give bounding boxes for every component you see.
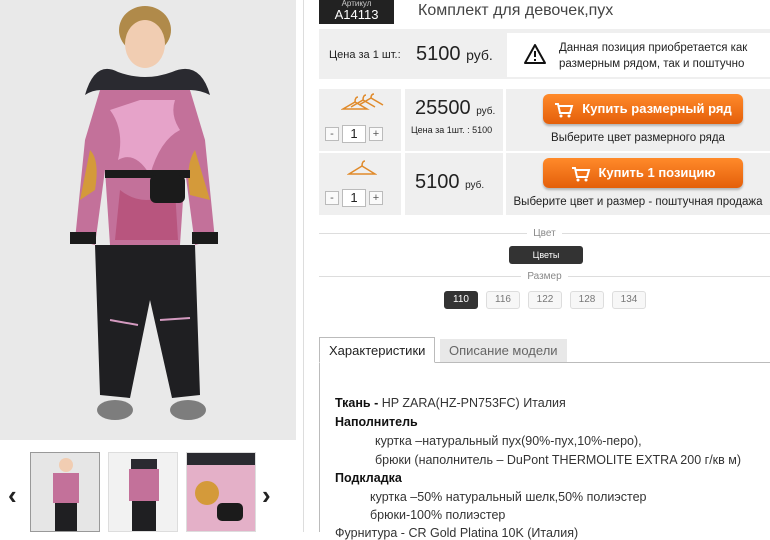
buy-single-button[interactable]: Купить 1 позицию — [543, 158, 743, 188]
spec-lining-label: Подкладка — [335, 471, 402, 485]
thumbnail-1[interactable] — [30, 452, 100, 532]
set-hint: Выберите цвет размерного ряда — [551, 132, 725, 144]
price-row: Цена за 1 шт.: 5100 руб. Данная позиция … — [319, 29, 770, 79]
set-quantity-stepper: - 1 + — [325, 125, 383, 143]
single-qty-minus-button[interactable]: - — [325, 191, 339, 205]
buy-set-row: - 1 + 25500 руб. Цена за 1шт. : 5100 Куп… — [319, 89, 770, 151]
single-price-currency: руб. — [465, 180, 485, 191]
thumbnail-image — [31, 453, 99, 531]
thumbnail-image — [187, 453, 255, 531]
price-amount: 5100 — [416, 43, 461, 65]
cart-icon — [571, 166, 590, 182]
size-option[interactable]: 134 — [612, 291, 646, 309]
set-qty-input[interactable]: 1 — [342, 125, 366, 143]
single-buy-cell: Купить 1 позицию Выберите цвет и размер … — [506, 153, 770, 215]
single-price-amount: 5100 — [415, 171, 460, 193]
single-qty-input[interactable]: 1 — [342, 189, 366, 207]
set-price-cell: 25500 руб. Цена за 1шт. : 5100 — [405, 89, 503, 151]
set-qty-cell: - 1 + — [319, 89, 401, 151]
spec-filler-label: Наполнитель — [335, 415, 418, 429]
size-option[interactable]: 122 — [528, 291, 562, 309]
thumbnail-2[interactable] — [108, 452, 178, 532]
buy-set-button[interactable]: Купить размерный ряд — [543, 94, 743, 124]
color-caption-text: Цвет — [527, 228, 562, 239]
buy-single-label: Купить 1 позицию — [598, 165, 716, 180]
single-hint: Выберите цвет и размер - поштучная прода… — [513, 196, 763, 208]
size-caption-text: Размер — [521, 271, 568, 282]
set-unit-price: Цена за 1шт. : 5100 — [411, 125, 493, 135]
size-option[interactable]: 128 — [570, 291, 604, 309]
size-caption: Размер — [319, 271, 770, 282]
spec-fabric-value: HP ZARA(HZ-PN753FC) Италия — [381, 396, 566, 410]
cart-icon — [555, 102, 574, 118]
sku-badge: Артикул A14113 — [319, 0, 394, 24]
spec-fabric-label: Ткань - — [335, 396, 379, 410]
options-panel: Цвет Цветы Размер 110 116 122 128 134 — [319, 222, 770, 316]
color-option-flowers[interactable]: Цветы — [509, 246, 583, 264]
set-price-currency: руб. — [476, 106, 496, 117]
single-price: 5100 руб. — [415, 171, 484, 194]
spec-hardware: Фурнитура - CR Gold Platina 10K (Италия) — [335, 526, 579, 540]
three-hangers-icon — [341, 93, 384, 110]
color-caption: Цвет — [319, 228, 770, 239]
set-price-amount: 25500 — [415, 97, 471, 119]
chevron-left-icon[interactable]: ‹ — [8, 480, 17, 511]
thumbnail-image — [109, 453, 177, 531]
characteristics-panel: Ткань - HP ZARA(HZ-PN753FC) Италия Напол… — [319, 363, 770, 540]
spec-filler-pants: брюки (наполнитель – DuPont THERMOLITE E… — [375, 453, 742, 467]
product-main-photo — [0, 0, 296, 440]
sku-caption: Артикул — [341, 0, 372, 8]
set-qty-minus-button[interactable]: - — [325, 127, 339, 141]
product-title: Комплект для девочек,пух — [418, 2, 614, 19]
spec-lining-pants: брюки-100% полиэстер — [370, 508, 506, 522]
price-currency: руб. — [466, 47, 493, 63]
single-price-cell: 5100 руб. — [405, 153, 503, 215]
set-qty-plus-button[interactable]: + — [369, 127, 383, 141]
single-quantity-stepper: - 1 + — [325, 189, 383, 207]
price-value: 5100 руб. — [416, 43, 493, 66]
single-qty-cell: - 1 + — [319, 153, 401, 215]
hanger-icon — [347, 160, 377, 175]
notice-text: Данная позиция приобретается как размерн… — [559, 42, 748, 70]
single-qty-plus-button[interactable]: + — [369, 191, 383, 205]
girl-in-snowsuit-image — [0, 0, 296, 440]
warning-icon — [524, 44, 546, 64]
sku-value: A14113 — [334, 7, 379, 22]
buy-set-label: Купить размерный ряд — [582, 101, 732, 116]
spec-fabric: Ткань - HP ZARA(HZ-PN753FC) Италия — [335, 396, 566, 410]
buy-single-row: - 1 + 5100 руб. Купить 1 позицию Выберит… — [319, 153, 770, 215]
set-buy-cell: Купить размерный ряд Выберите цвет разме… — [506, 89, 770, 151]
purchase-notice: Данная позиция приобретается как размерн… — [507, 33, 770, 77]
thumbnail-3[interactable] — [186, 452, 256, 532]
spec-filler-jacket: куртка –натуральный пух(90%-пух,10%-перо… — [375, 434, 642, 448]
column-divider — [303, 0, 304, 532]
details-tabs: Характеристики Описание модели — [319, 337, 770, 363]
chevron-right-icon[interactable]: › — [262, 480, 271, 511]
thumbnail-strip: ‹ › — [0, 440, 296, 532]
size-option[interactable]: 110 — [444, 291, 478, 309]
tab-characteristics[interactable]: Характеристики — [319, 337, 436, 363]
spec-lining-jacket: куртка –50% натуральный шелк,50% полиэст… — [370, 490, 647, 504]
size-option[interactable]: 116 — [486, 291, 520, 309]
tab-description[interactable]: Описание модели — [440, 339, 567, 362]
price-label: Цена за 1 шт.: — [329, 49, 401, 61]
set-price: 25500 руб. — [415, 97, 495, 120]
